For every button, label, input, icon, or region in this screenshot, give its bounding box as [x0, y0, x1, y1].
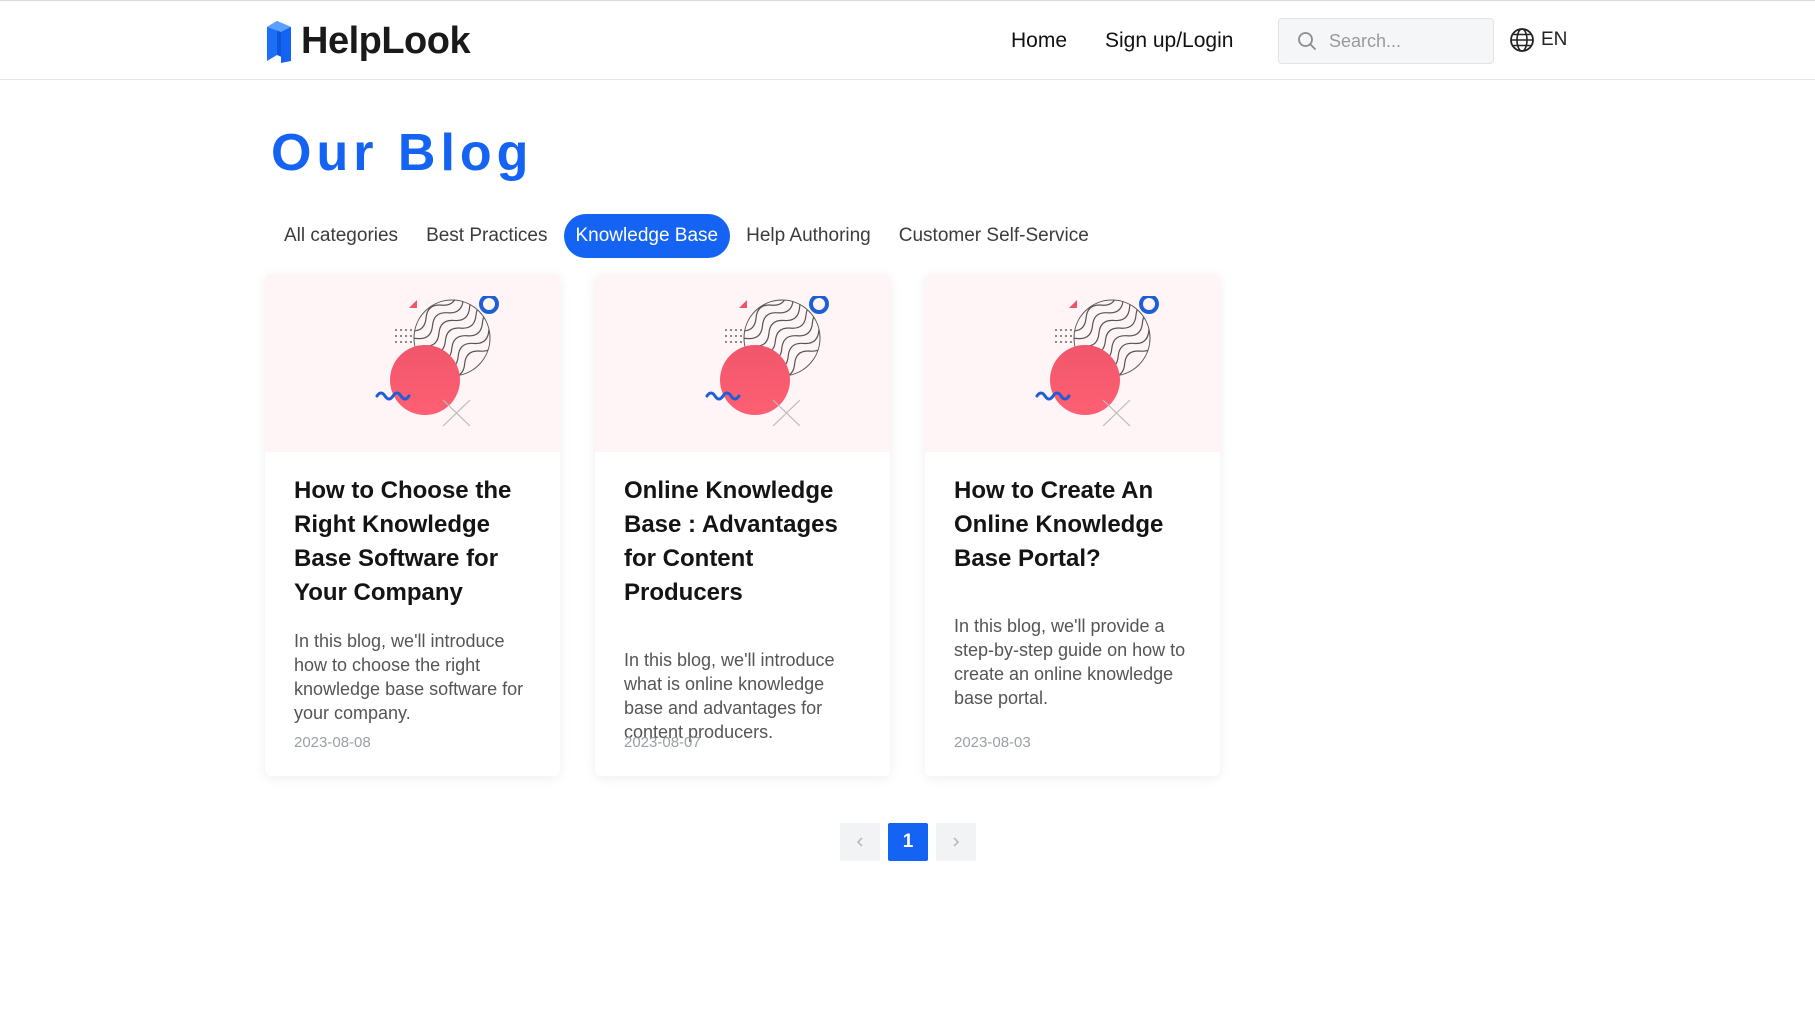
search-box[interactable]: [1278, 18, 1494, 64]
post-thumbnail: [925, 274, 1220, 452]
language-switcher[interactable]: EN: [1509, 27, 1567, 53]
prev-page-button[interactable]: [840, 823, 880, 861]
blog-post-card[interactable]: How to Choose the Right Knowledge Base S…: [265, 274, 560, 776]
logo-text: HelpLook: [301, 20, 471, 62]
post-description: In this blog, we'll introduce what is on…: [624, 650, 835, 742]
post-date: 2023-08-03: [954, 734, 1031, 751]
post-title[interactable]: Online Knowledge Base : Advantages for C…: [624, 474, 861, 610]
nav-login-link[interactable]: Sign up/Login: [1105, 26, 1233, 56]
search-icon: [1298, 32, 1316, 50]
language-label: EN: [1541, 29, 1568, 50]
blog-post-list: How to Choose the Right Knowledge Base S…: [265, 274, 1220, 776]
globe-icon: [1510, 28, 1534, 52]
page-title: Our Blog: [271, 124, 534, 182]
abstract-illustration-icon: [705, 296, 829, 426]
site-header: HelpLook Home Sign up/Login EN: [0, 0, 1815, 80]
page-number-button[interactable]: 1: [888, 823, 928, 861]
pagination: 1: [840, 823, 976, 861]
post-title[interactable]: How to Create An Online Knowledge Base P…: [954, 474, 1191, 576]
next-page-button[interactable]: [936, 823, 976, 861]
post-date: 2023-08-07: [624, 734, 701, 751]
logo-cube-icon: [267, 21, 291, 63]
tab-all-categories[interactable]: All categories: [272, 214, 410, 258]
tab-customer-self-service[interactable]: Customer Self-Service: [887, 214, 1101, 258]
category-tabs: All categories Best Practices Knowledge …: [272, 214, 1101, 258]
tab-help-authoring[interactable]: Help Authoring: [734, 214, 883, 258]
search-input[interactable]: [1327, 29, 1487, 53]
chevron-left-icon: [856, 837, 863, 847]
nav-home-link[interactable]: Home: [1011, 26, 1067, 56]
blog-post-card[interactable]: Online Knowledge Base : Advantages for C…: [595, 274, 890, 776]
abstract-illustration-icon: [375, 296, 499, 426]
tab-knowledge-base[interactable]: Knowledge Base: [563, 214, 731, 258]
post-description: In this blog, we'll introduce how to cho…: [294, 631, 524, 723]
logo[interactable]: HelpLook: [263, 17, 471, 65]
post-title[interactable]: How to Choose the Right Knowledge Base S…: [294, 474, 531, 610]
blog-post-card[interactable]: How to Create An Online Knowledge Base P…: [925, 274, 1220, 776]
post-description: In this blog, we'll provide a step-by-st…: [954, 616, 1186, 708]
post-thumbnail: [265, 274, 560, 452]
post-thumbnail: [595, 274, 890, 452]
tab-best-practices[interactable]: Best Practices: [414, 214, 559, 258]
post-date: 2023-08-08: [294, 734, 371, 751]
abstract-illustration-icon: [1035, 296, 1159, 426]
chevron-right-icon: [953, 837, 960, 847]
